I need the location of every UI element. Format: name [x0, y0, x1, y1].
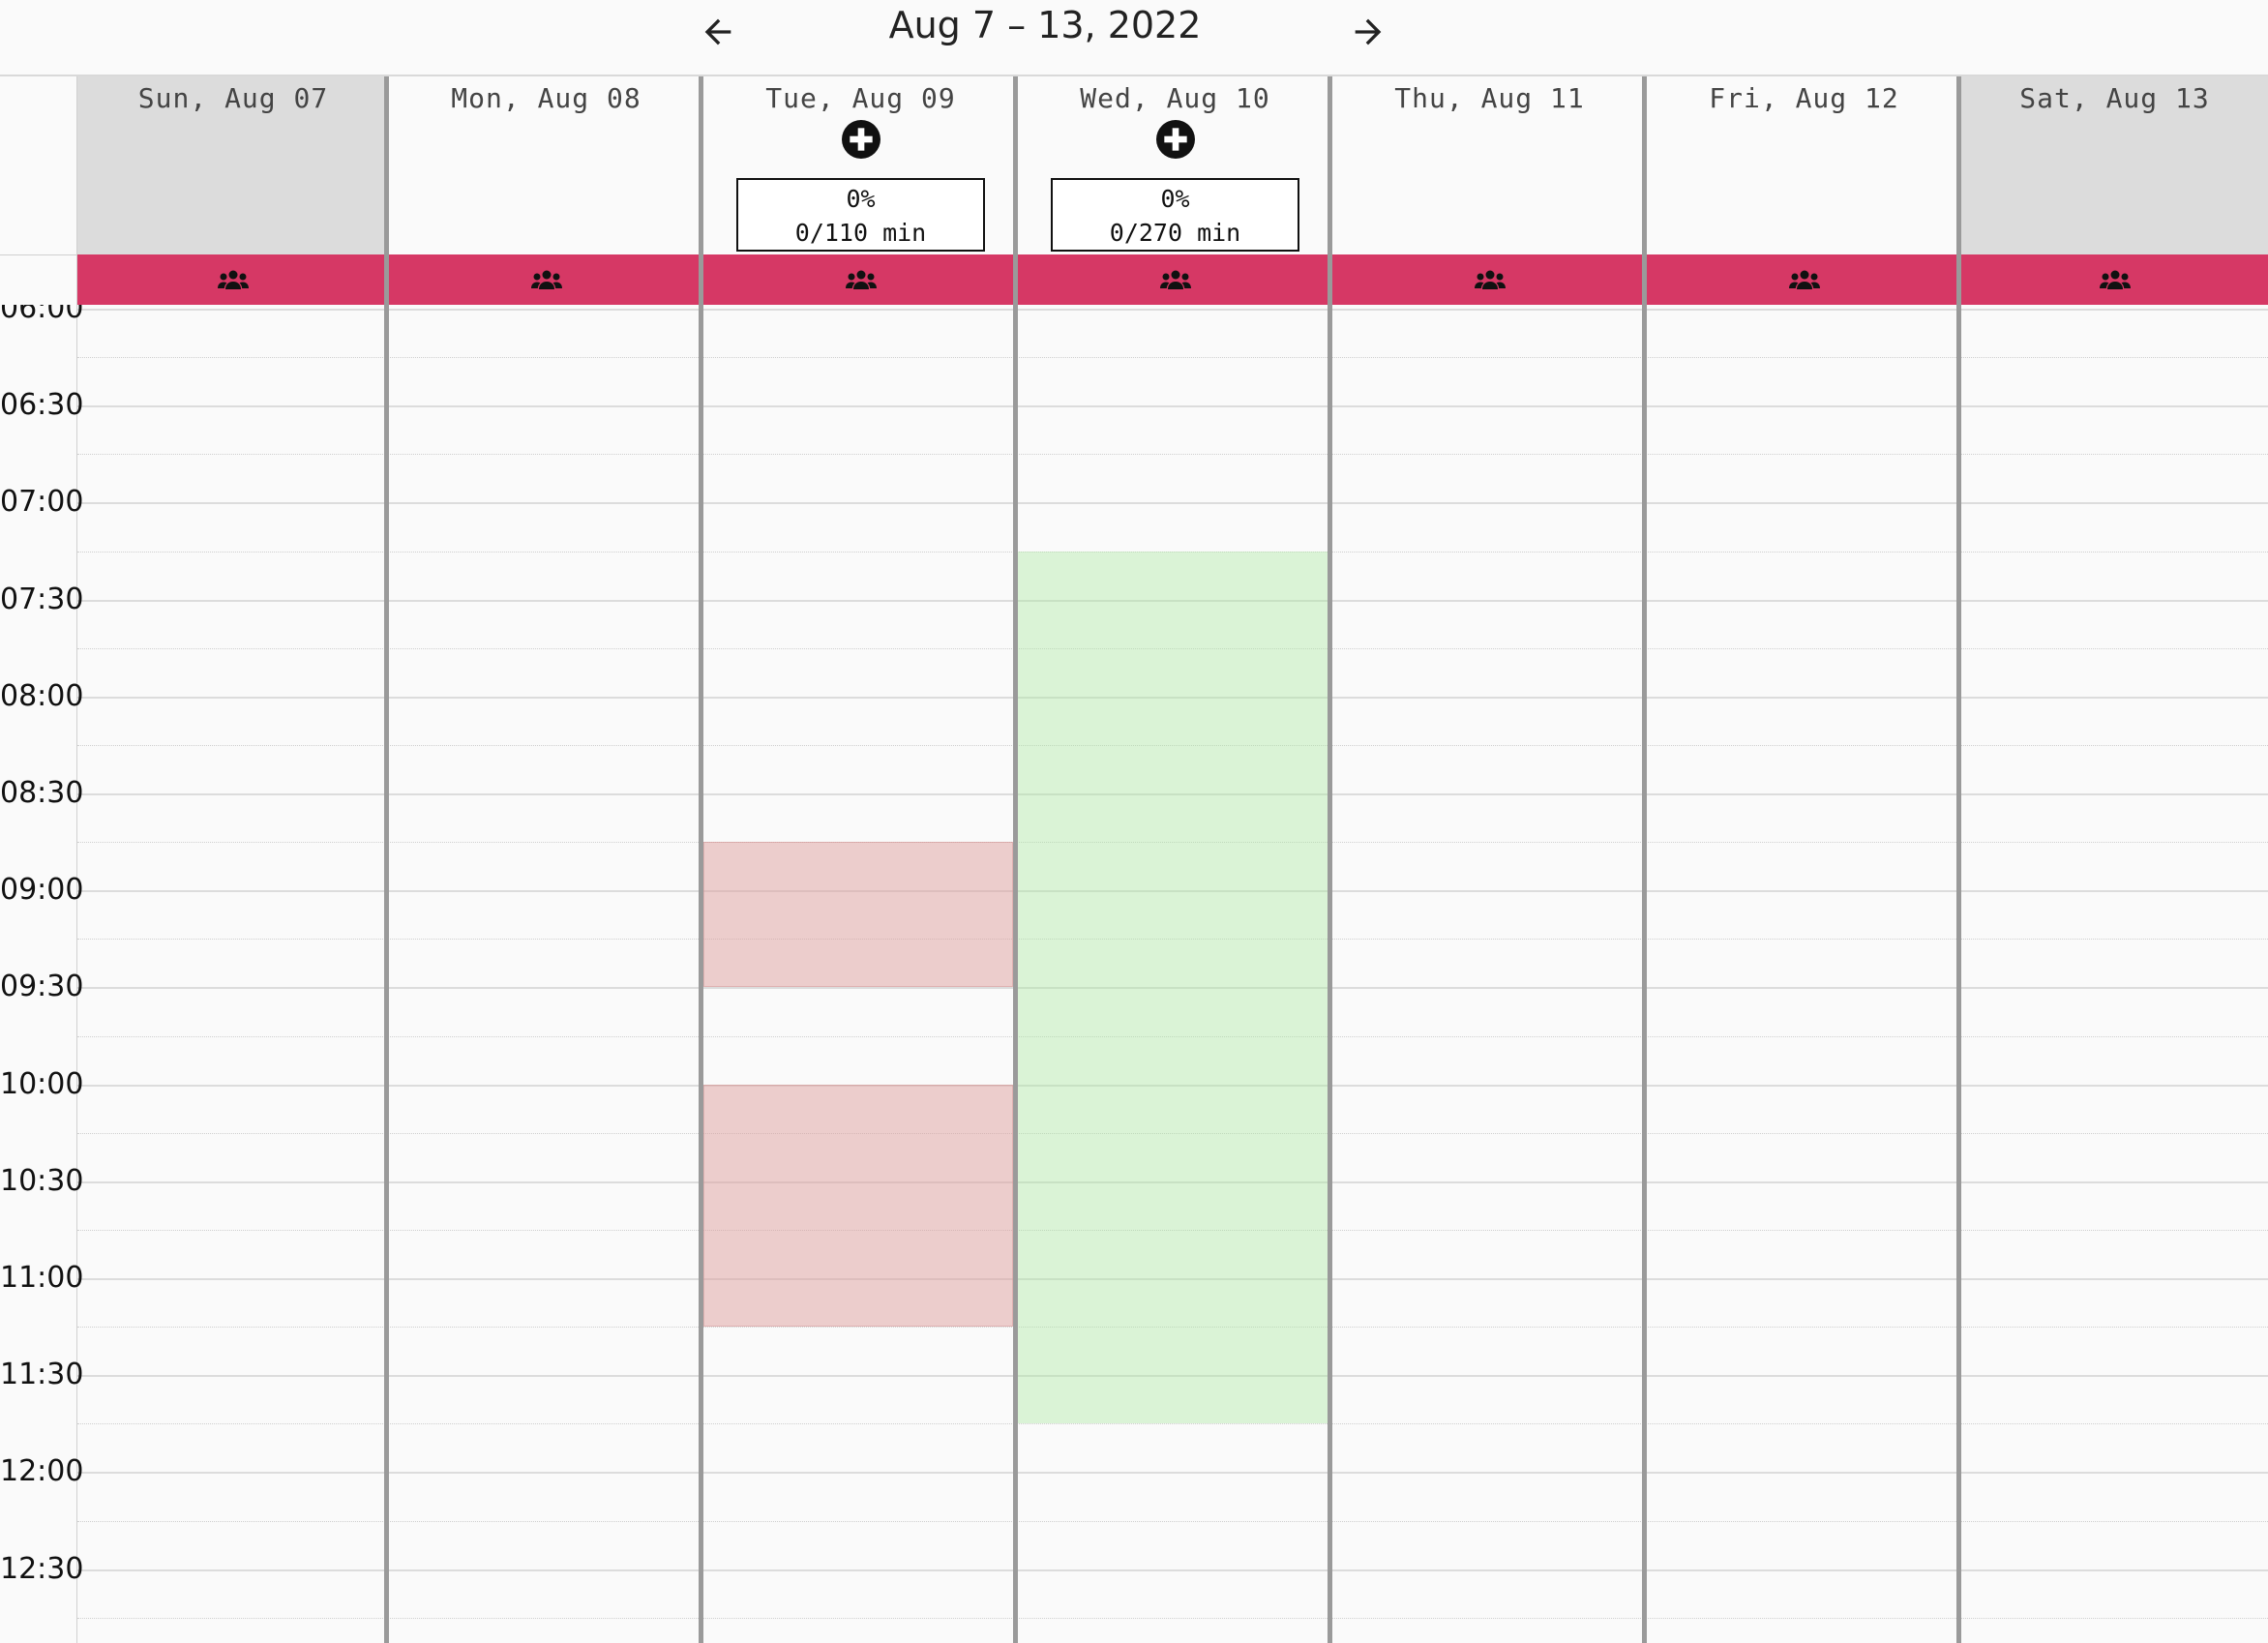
time-label: 08:30 — [0, 776, 84, 810]
day-column-divider — [1642, 305, 1647, 1643]
time-slot-subline — [77, 357, 2268, 359]
progress-minutes: 0/110 min — [794, 219, 927, 247]
team-availability-cell[interactable] — [1642, 254, 1961, 305]
users-group-icon — [1788, 270, 1820, 289]
time-label: 12:00 — [0, 1454, 84, 1489]
time-label: 09:30 — [0, 970, 84, 1004]
team-availability-cell[interactable] — [1956, 254, 2268, 305]
time-slot-subline — [77, 454, 2268, 456]
busy-time-block[interactable] — [703, 1084, 1013, 1328]
day-label: Fri, Aug 12 — [1709, 82, 1899, 114]
day-label: Thu, Aug 11 — [1394, 82, 1585, 114]
day-column-divider — [384, 305, 389, 1643]
team-availability-cell[interactable] — [1328, 254, 1647, 305]
add-circle-icon[interactable] — [841, 120, 880, 159]
day-progress-box: 0% 0/270 min — [1051, 178, 1299, 252]
time-slot-line — [77, 1472, 2268, 1475]
previous-week-button[interactable] — [684, 8, 752, 56]
time-label: 11:00 — [0, 1261, 84, 1295]
day-column-divider — [1013, 305, 1018, 1643]
users-group-icon — [1474, 270, 1506, 289]
users-group-icon — [2099, 270, 2131, 289]
day-label: Wed, Aug 10 — [1080, 82, 1270, 114]
time-grid: 06:00 06:30 07:00 07:30 08:00 08:30 09:00 09:30… — [0, 305, 2268, 1643]
day-column-header: Mon, Aug 08 — [384, 76, 703, 254]
time-label: 10:30 — [0, 1163, 84, 1198]
team-availability-cell[interactable] — [77, 254, 389, 305]
time-label: 09:00 — [0, 873, 84, 908]
day-label: Tue, Aug 09 — [765, 82, 956, 114]
day-column-divider — [699, 305, 703, 1643]
time-label: 07:00 — [0, 485, 84, 520]
users-group-icon — [845, 270, 877, 289]
week-title: Aug 7 – 13, 2022 — [888, 4, 1202, 46]
team-row-gutter — [0, 254, 77, 305]
time-slot-subline — [77, 1423, 2268, 1425]
day-column-divider — [1328, 305, 1332, 1643]
time-label: 06:30 — [0, 388, 84, 423]
day-column-divider — [1956, 305, 1961, 1643]
day-header-row: Sun, Aug 07 Mon, Aug 08 Tue, Aug 09 0% 0/110… — [0, 76, 2268, 254]
add-circle-icon[interactable] — [1155, 120, 1195, 159]
time-label: 07:30 — [0, 582, 84, 616]
day-label: Sat, Aug 13 — [2019, 82, 2210, 114]
busy-time-block[interactable] — [703, 842, 1013, 988]
arrow-left-icon — [704, 18, 731, 45]
day-label: Sun, Aug 07 — [137, 82, 329, 114]
time-slot-line — [77, 502, 2268, 505]
team-availability-cell[interactable] — [384, 254, 703, 305]
next-week-button[interactable] — [1334, 8, 1402, 56]
time-gutter-header — [0, 76, 77, 254]
progress-minutes: 0/270 min — [1109, 219, 1241, 247]
day-column-header: Wed, Aug 10 0% 0/270 min — [1013, 76, 1332, 254]
arrow-right-icon — [1355, 18, 1382, 45]
users-group-icon — [1159, 270, 1191, 289]
day-column-header: Sun, Aug 07 — [77, 76, 389, 254]
day-column-header: Fri, Aug 12 — [1642, 76, 1961, 254]
time-label: 10:00 — [0, 1066, 84, 1101]
team-availability-cell[interactable] — [699, 254, 1018, 305]
time-slot-line — [77, 405, 2268, 408]
calendar-toolbar: Aug 7 – 13, 2022 — [0, 0, 2268, 76]
time-slot-line — [77, 1568, 2268, 1571]
available-time-block[interactable] — [1018, 551, 1328, 1424]
progress-percent: 0% — [846, 185, 876, 213]
time-slot-subline — [77, 1617, 2268, 1619]
day-progress-box: 0% 0/110 min — [736, 178, 985, 252]
time-label: 08:00 — [0, 678, 84, 713]
users-group-icon — [530, 270, 562, 289]
day-column-header: Thu, Aug 11 — [1328, 76, 1647, 254]
time-label: 11:30 — [0, 1358, 84, 1392]
time-slot-line — [77, 309, 2268, 311]
time-label: 12:30 — [0, 1551, 84, 1586]
progress-percent: 0% — [1160, 185, 1190, 213]
day-label: Mon, Aug 08 — [451, 82, 642, 114]
team-availability-row — [0, 254, 2268, 305]
time-slot-subline — [77, 1520, 2268, 1522]
team-availability-cell[interactable] — [1013, 254, 1332, 305]
time-label: 06:00 — [0, 305, 84, 325]
users-group-icon — [218, 270, 249, 289]
day-column-header: Tue, Aug 09 0% 0/110 min — [699, 76, 1018, 254]
day-column-header: Sat, Aug 13 — [1956, 76, 2268, 254]
